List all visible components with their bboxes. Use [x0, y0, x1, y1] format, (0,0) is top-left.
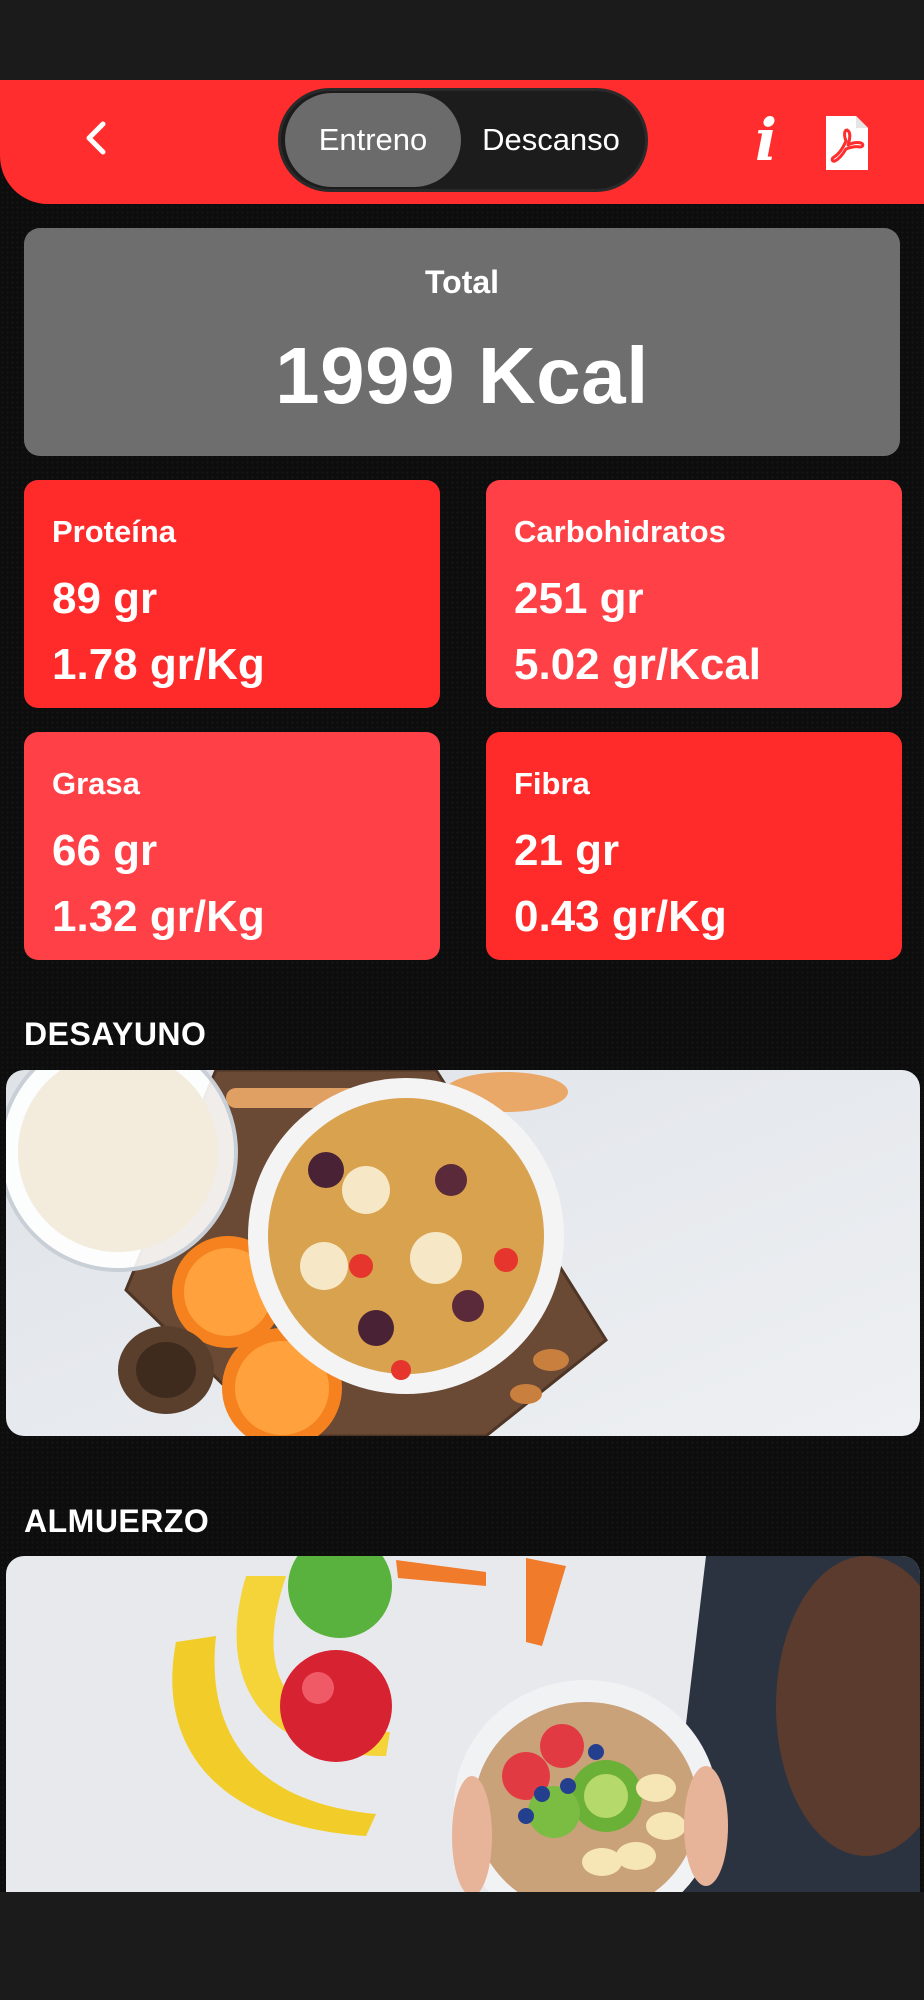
pdf-icon: [826, 116, 868, 170]
pdf-export-button[interactable]: [822, 114, 872, 172]
tab-descanso[interactable]: Descanso: [461, 93, 641, 187]
tab-entreno[interactable]: Entreno: [285, 93, 461, 187]
macro-title: Fibra: [514, 766, 590, 801]
macro-card-fiber[interactable]: Fibra 21 gr 0.43 gr/Kg: [486, 732, 902, 960]
info-icon: i: [754, 106, 778, 174]
macro-card-protein[interactable]: Proteína 89 gr 1.78 gr/Kg: [24, 480, 440, 708]
macro-ratio: 5.02 gr/Kcal: [514, 640, 762, 689]
macro-amount: 21 gr: [514, 826, 620, 875]
info-button[interactable]: i: [738, 108, 794, 172]
bottom-system-bar: [0, 1892, 924, 2000]
macro-card-fat[interactable]: Grasa 66 gr 1.32 gr/Kg: [24, 732, 440, 960]
top-header: Entreno Descanso i: [0, 80, 924, 204]
macro-ratio: 1.32 gr/Kg: [52, 892, 265, 941]
macro-ratio: 1.78 gr/Kg: [52, 640, 265, 689]
breakfast-photo-card[interactable]: [6, 1070, 920, 1436]
section-title-almuerzo: ALMUERZO: [24, 1503, 210, 1539]
macro-ratio: 0.43 gr/Kg: [514, 892, 727, 941]
total-label: Total: [424, 264, 500, 300]
section-title-desayuno: DESAYUNO: [24, 1016, 207, 1052]
total-value: 1999 Kcal: [275, 331, 649, 420]
macro-title: Grasa: [52, 766, 140, 801]
macro-title: Proteína: [52, 514, 177, 549]
status-bar: [0, 0, 924, 80]
macro-amount: 66 gr: [52, 826, 158, 875]
macro-card-carbs[interactable]: Carbohidratos 251 gr 5.02 gr/Kcal: [486, 480, 902, 708]
fruit-bowl-photo: [6, 1556, 920, 1892]
macro-amount: 251 gr: [514, 574, 644, 623]
breakfast-cereal-photo: [6, 1070, 920, 1436]
back-button[interactable]: [68, 110, 124, 166]
macro-title: Carbohidratos: [514, 514, 726, 549]
mode-toggle: Entreno Descanso: [278, 88, 648, 192]
total-calories-card: Total 1999 Kcal: [24, 228, 900, 456]
macro-amount: 89 gr: [52, 574, 158, 623]
chevron-left-icon: [86, 121, 106, 155]
lunch-photo-card[interactable]: [6, 1556, 920, 1892]
